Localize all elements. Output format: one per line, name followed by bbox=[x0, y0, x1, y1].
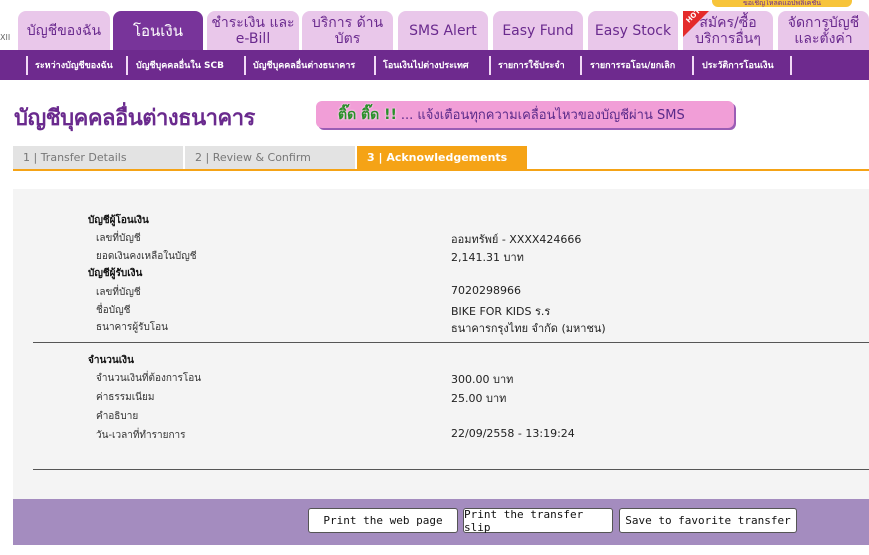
subnav-divider bbox=[26, 56, 28, 75]
scb-transfer-page: ХII ขอเชิญโหลดแอปพลิเคชัน บัญชีของฉัน โอ… bbox=[0, 0, 869, 555]
from-account-value: ออมทรัพย์ - XXXX424666 bbox=[451, 233, 582, 246]
tab-easy-stock[interactable]: Easy Stock bbox=[588, 11, 678, 50]
top-navigation: ХII ขอเชิญโหลดแอปพลิเคชัน บัญชีของฉัน โอ… bbox=[0, 0, 869, 50]
promo-text: ... แจ้งเตือนทุกความเคลื่อนไหวของบัญชีผ่… bbox=[400, 108, 685, 123]
subnav-divider bbox=[790, 56, 792, 75]
to-account-value: 7020298966 bbox=[451, 284, 521, 297]
print-page-button[interactable]: Print the web page bbox=[308, 508, 458, 533]
subnav-divider bbox=[374, 56, 376, 75]
section-divider bbox=[33, 342, 869, 343]
tab-payment-ebill[interactable]: ชำระเงิน และ e-Bill bbox=[207, 11, 299, 50]
to-bank-value: ธนาคารกรุงไทย จำกัด (มหาชน) bbox=[451, 322, 606, 335]
to-name-label: ชื่อบัญชี bbox=[96, 305, 131, 316]
transfer-subnav: ระหว่างบัญชีของฉัน บัญชีบุคคลอื่นใน SCB … bbox=[0, 50, 869, 80]
subnav-divider bbox=[244, 56, 246, 75]
step-acknowledgements: 3 | Acknowledgements bbox=[357, 146, 527, 170]
amount-label: จำนวนเงินที่ต้องการโอน bbox=[96, 373, 202, 384]
subnav-item-other-scb[interactable]: บัญชีบุคคลอื่นใน SCB bbox=[136, 58, 224, 74]
tab-card-services[interactable]: บริการ ด้านบัตร bbox=[302, 11, 393, 50]
description-label: คำอธิบาย bbox=[96, 411, 139, 422]
progress-steps: 1 | Transfer Details 2 | Review & Confir… bbox=[13, 146, 869, 170]
subnav-item-history[interactable]: ประวัติการโอนเงิน bbox=[702, 58, 774, 74]
subnav-item-pending[interactable]: รายการรอโอน/ยกเลิก bbox=[590, 58, 675, 74]
promo-highlight: ติ๊ด ติ๊ด !! bbox=[338, 106, 397, 123]
bottom-divider bbox=[33, 469, 869, 470]
balance-value: 2,141.31 บาท bbox=[451, 251, 524, 264]
left-stub-text: ХII bbox=[0, 33, 11, 42]
fee-value: 25.00 บาท bbox=[451, 392, 507, 405]
subnav-divider bbox=[692, 56, 694, 75]
subnav-item-own-accounts[interactable]: ระหว่างบัญชีของฉัน bbox=[35, 58, 113, 74]
tab-sms-alert[interactable]: SMS Alert bbox=[398, 11, 488, 50]
tab-easy-fund[interactable]: Easy Fund bbox=[493, 11, 583, 50]
subnav-item-other-bank[interactable]: บัญชีบุคคลอื่นต่างธนาคาร bbox=[253, 58, 355, 74]
page-title: บัญชีบุคคลอื่นต่างธนาคาร bbox=[14, 106, 255, 131]
amount-section-heading: จำนวนเงิน bbox=[88, 355, 134, 366]
subnav-item-international[interactable]: โอนเงินไปต่างประเทศ bbox=[383, 58, 469, 74]
transfer-details-panel: บัญชีผู้โอนเงิน เลขที่บัญชี ออมทรัพย์ - … bbox=[13, 189, 869, 499]
subnav-divider bbox=[489, 56, 491, 75]
print-slip-button[interactable]: Print the transfer slip bbox=[463, 508, 613, 534]
tab-my-accounts[interactable]: บัญชีของฉัน bbox=[18, 11, 110, 50]
subnav-item-frequent[interactable]: รายการใช้ประจำ bbox=[498, 58, 565, 74]
subnav-divider bbox=[580, 56, 582, 75]
tab-transfer[interactable]: โอนเงิน bbox=[113, 11, 203, 50]
fee-label: ค่าธรรมเนียม bbox=[96, 392, 155, 403]
step-transfer-details: 1 | Transfer Details bbox=[13, 146, 183, 170]
action-bar: Print the web page Print the transfer sl… bbox=[13, 499, 869, 545]
datetime-value: 22/09/2558 - 13:19:24 bbox=[451, 427, 575, 440]
sms-promo-banner[interactable]: ติ๊ด ติ๊ด !! ... แจ้งเตือนทุกความเคลื่อน… bbox=[316, 101, 734, 128]
to-section-heading: บัญชีผู้รับเงิน bbox=[88, 268, 143, 279]
to-name-value: BIKE FOR KIDS ร.ร bbox=[451, 305, 551, 318]
subnav-divider bbox=[126, 56, 128, 75]
amount-value: 300.00 บาท bbox=[451, 373, 514, 386]
step-review-confirm: 2 | Review & Confirm bbox=[185, 146, 355, 170]
tab-account-settings[interactable]: จัดการบัญชี และตั้งค่า bbox=[778, 11, 869, 50]
balance-label: ยอดเงินคงเหลือในบัญชี bbox=[96, 251, 197, 262]
from-account-label: เลขที่บัญชี bbox=[96, 233, 141, 244]
from-section-heading: บัญชีผู้โอนเงิน bbox=[88, 215, 149, 226]
to-bank-label: ธนาคารผู้รับโอน bbox=[96, 322, 169, 333]
steps-underline bbox=[13, 169, 869, 171]
promo-strip[interactable]: ขอเชิญโหลดแอปพลิเคชัน bbox=[712, 0, 852, 7]
save-favorite-button[interactable]: Save to favorite transfer bbox=[619, 508, 797, 533]
datetime-label: วัน-เวลาที่ทำรายการ bbox=[96, 430, 186, 441]
page-bottom-margin bbox=[0, 545, 869, 555]
to-account-label: เลขที่บัญชี bbox=[96, 287, 141, 298]
